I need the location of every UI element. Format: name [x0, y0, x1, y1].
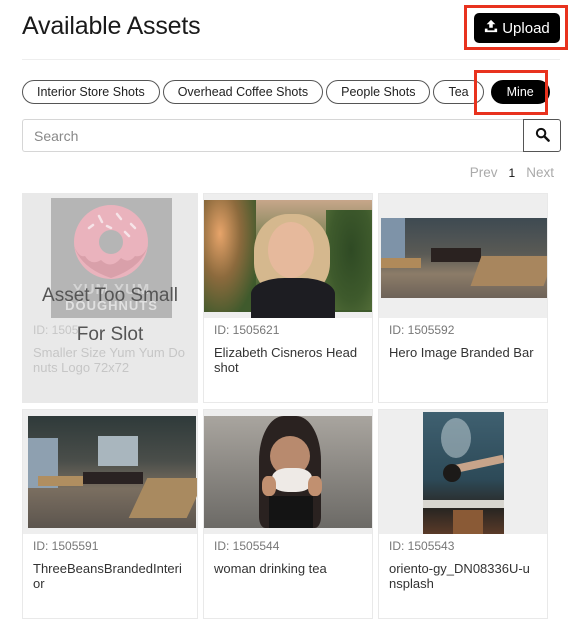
filter-chip-tea[interactable]: Tea — [433, 80, 484, 104]
asset-id: ID: 1505544 — [214, 539, 280, 553]
asset-card[interactable]: ID: 1505621 Elizabeth Cisneros Headshot — [203, 193, 373, 403]
filter-chip-people-shots[interactable]: People Shots — [326, 80, 431, 104]
upload-label: Upload — [502, 19, 550, 37]
filter-chip-overhead-coffee-shots[interactable]: Overhead Coffee Shots — [162, 80, 324, 104]
asset-thumbnail — [379, 410, 547, 534]
asset-id: ID: 1505592 — [389, 323, 455, 337]
asset-name: oriento-gy_DN08336U-unsplash — [389, 561, 530, 591]
pagination: Prev 1 Next — [470, 165, 554, 180]
asset-thumbnail — [204, 410, 372, 534]
asset-name: ThreeBeansBrandedInterior — [33, 561, 182, 591]
headshot-image — [204, 200, 372, 318]
filter-chip-interior-store-shots[interactable]: Interior Store Shots — [22, 80, 160, 104]
asset-card: YUM YUM DOUGHNUTS ID: 1505... Smaller Si… — [22, 193, 198, 403]
upload-icon — [484, 19, 498, 37]
search-bar — [22, 119, 561, 152]
asset-card[interactable]: ID: 1505543 oriento-gy_DN08336U-unsplash — [378, 409, 548, 619]
asset-id: ID: 1505591 — [33, 539, 99, 553]
search-button[interactable] — [523, 119, 561, 152]
tea-pouring-image — [423, 412, 505, 534]
asset-card[interactable]: ID: 1505591 ThreeBeansBrandedInterior — [22, 409, 198, 619]
asset-name: Elizabeth Cisneros Headshot — [214, 345, 358, 375]
upload-button[interactable]: Upload — [474, 13, 560, 43]
hero-bar-image — [381, 218, 547, 298]
asset-card[interactable]: ID: 1505592 Hero Image Branded Bar — [378, 193, 548, 403]
asset-id: ID: 1505543 — [389, 539, 455, 553]
next-page-link[interactable]: Next — [526, 165, 554, 180]
asset-name: Hero Image Branded Bar — [389, 345, 534, 360]
category-filters: Interior Store Shots Overhead Coffee Sho… — [22, 80, 550, 104]
asset-id: ID: 1505621 — [214, 323, 280, 337]
asset-thumbnail — [204, 194, 372, 318]
asset-thumbnail — [379, 194, 547, 318]
branded-interior-image — [28, 416, 197, 528]
asset-card[interactable]: ID: 1505544 woman drinking tea — [203, 409, 373, 619]
asset-grid: YUM YUM DOUGHNUTS ID: 1505... Smaller Si… — [22, 193, 550, 619]
woman-drinking-tea-image — [204, 416, 372, 528]
asset-too-small-overlay: Asset Too Small For Slot — [42, 285, 178, 345]
asset-name: woman drinking tea — [214, 561, 327, 576]
current-page[interactable]: 1 — [509, 166, 516, 180]
search-icon — [535, 127, 550, 145]
asset-thumbnail — [23, 410, 197, 534]
search-input[interactable] — [22, 119, 523, 152]
prev-page-link[interactable]: Prev — [470, 165, 498, 180]
page-title: Available Assets — [22, 12, 201, 40]
filter-chip-mine[interactable]: Mine — [490, 80, 550, 104]
